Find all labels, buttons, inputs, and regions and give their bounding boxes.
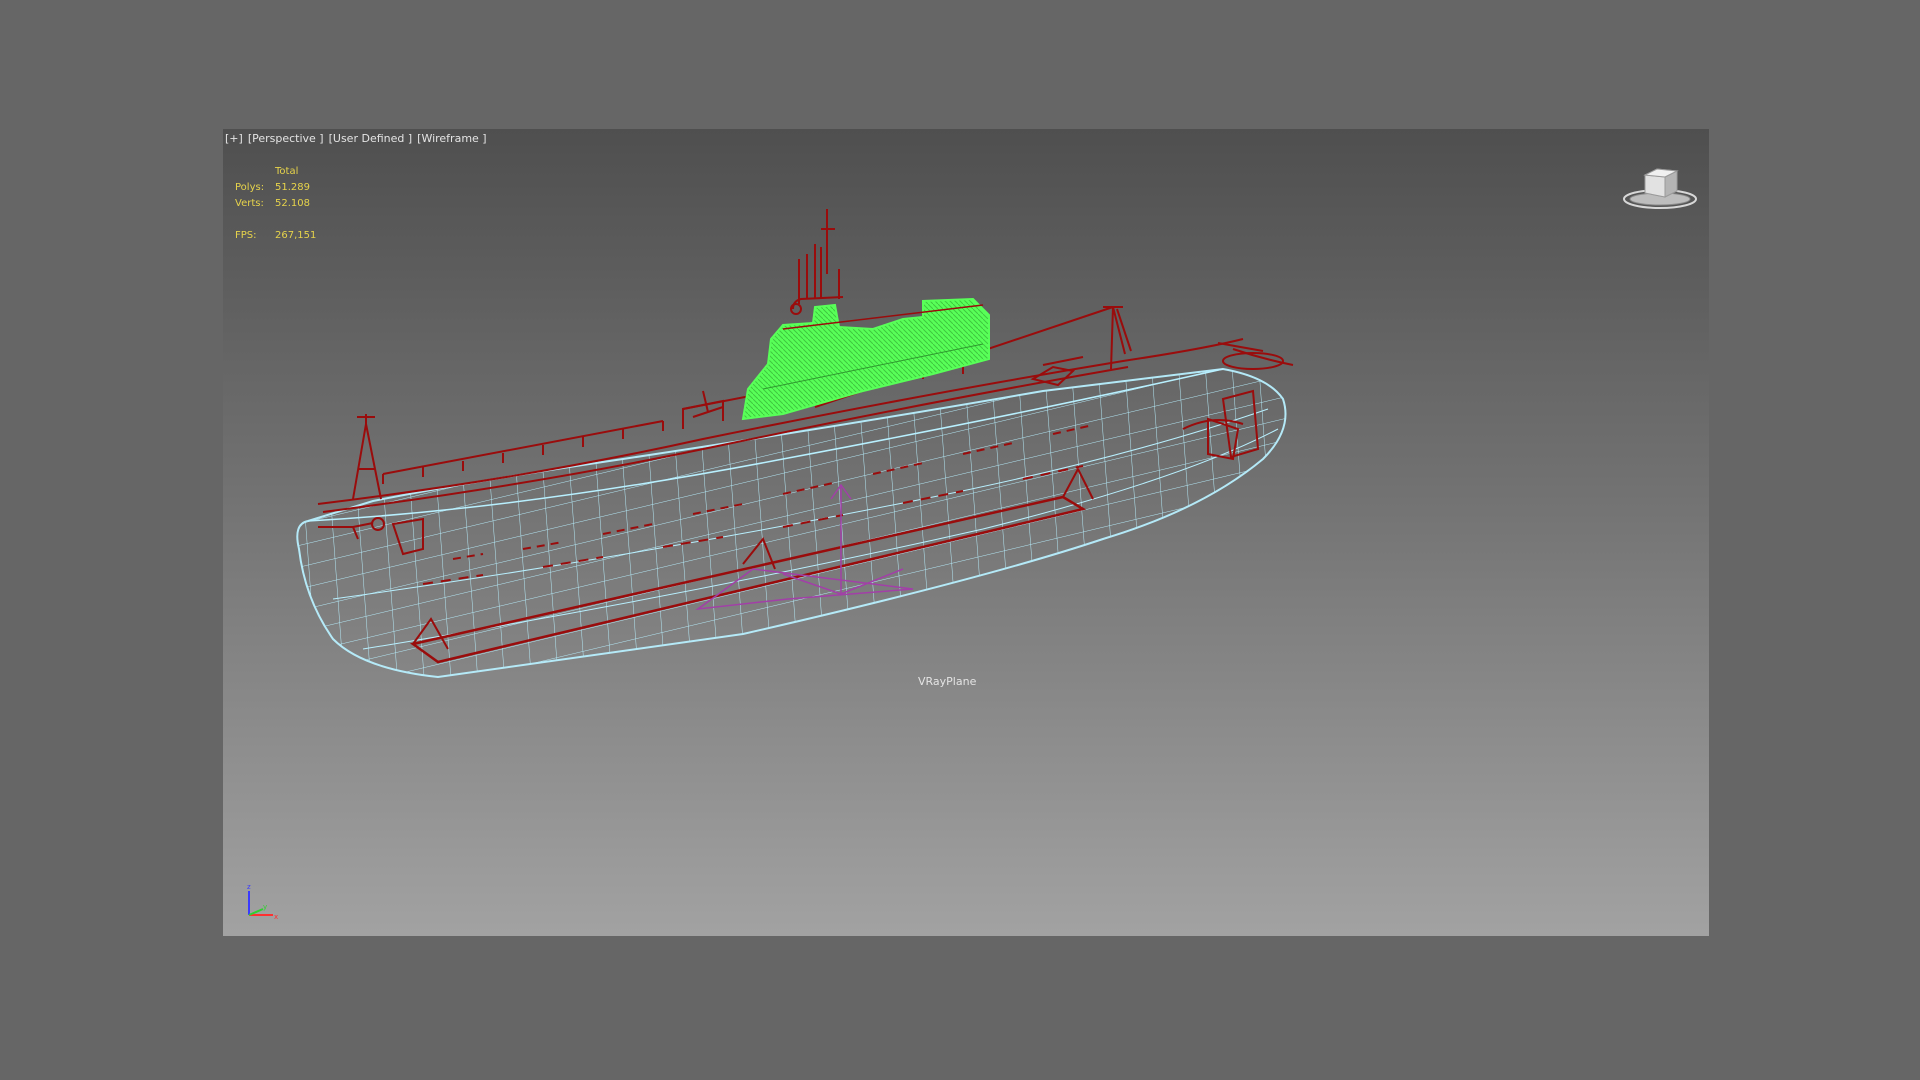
axis-tripod-icon: z y x — [247, 883, 278, 921]
perspective-viewport[interactable]: [+] [Perspective ] [User Defined ] [Wire… — [223, 129, 1709, 936]
axis-z-label: z — [247, 883, 251, 891]
conning-tower-selected[interactable] — [741, 297, 990, 421]
submarine-wireframe-model[interactable] — [223, 129, 1709, 936]
hull-wireframe — [296, 367, 1287, 679]
axis-y-label: y — [263, 903, 267, 911]
vray-plane-label: VRayPlane — [918, 675, 977, 688]
axis-x-label: x — [274, 913, 278, 921]
